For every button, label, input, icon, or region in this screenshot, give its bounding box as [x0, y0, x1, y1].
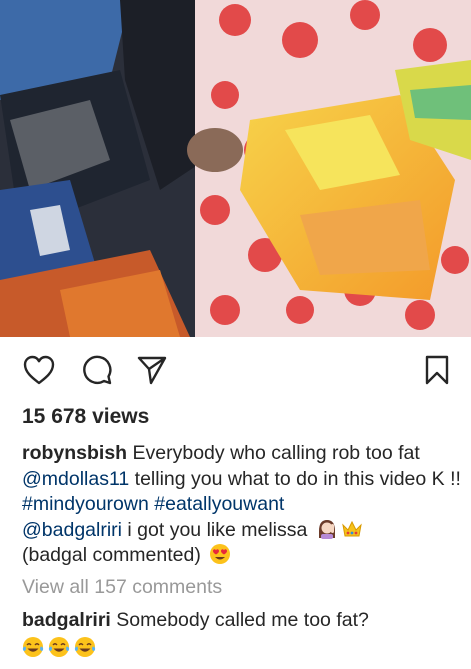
action-bar: [0, 350, 471, 390]
caption-username[interactable]: robynsbish: [22, 442, 127, 464]
heart-icon: [23, 355, 55, 385]
like-button[interactable]: [18, 350, 60, 390]
caption-mention[interactable]: @badgalriri: [22, 519, 122, 541]
crown-emoji-icon: [341, 520, 362, 536]
paper-plane-icon: [137, 356, 167, 385]
caption-text: telling you what to do in this video K !…: [129, 467, 461, 490]
share-button[interactable]: [132, 350, 172, 390]
views-count: 15 678 views: [22, 405, 150, 428]
comment-bubble-icon: [83, 355, 112, 385]
save-button[interactable]: [420, 350, 454, 390]
caption-text: Everybody who calling rob too fat: [127, 442, 420, 464]
caption-hashtag[interactable]: #eatallyouwant: [154, 493, 284, 515]
comment-username[interactable]: badgalriri: [22, 609, 111, 631]
caption-text: (badgal commented): [22, 544, 201, 566]
caption-text: i got you like melissa: [122, 518, 308, 541]
post-video[interactable]: [0, 0, 471, 337]
video-frame: [0, 0, 471, 337]
comment-button[interactable]: [78, 350, 116, 390]
comment-text: Somebody called me too fat?: [110, 609, 369, 631]
comment-emojis: [22, 636, 96, 662]
caption-hashtag[interactable]: #mindyourown: [22, 493, 149, 515]
woman-gesturing-emoji-icon: [318, 519, 335, 539]
bookmark-icon: [425, 355, 449, 385]
view-all-comments-link[interactable]: View all 157 comments: [22, 574, 222, 600]
tears-of-joy-emoji-icon: [48, 637, 70, 657]
comment: badgalriri Somebody called me too fat?: [22, 607, 462, 633]
post-caption: robynsbish Everybody who calling rob too…: [22, 441, 462, 569]
heart-eyes-emoji-icon: [210, 544, 231, 564]
tears-of-joy-emoji-icon: [74, 637, 96, 657]
tears-of-joy-emoji-icon: [22, 637, 44, 657]
caption-mention[interactable]: @mdollas11: [22, 468, 129, 490]
